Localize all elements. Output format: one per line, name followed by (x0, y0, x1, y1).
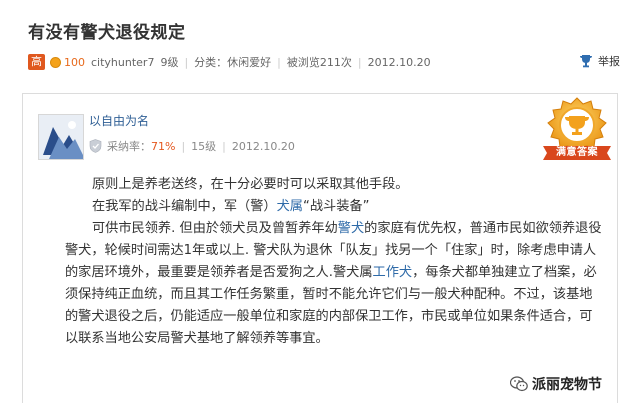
question-title: 有没有警犬退役规定 (28, 23, 186, 43)
answer-paragraph: 原则上是养老送终，在十分必要时可以采取其他手段。 (65, 174, 605, 196)
adoption-rate: 71% (151, 139, 176, 153)
answer-body: 原则上是养老送终，在十分必要时可以采取其他手段。 在我军的战斗编制中，军（警）犬… (65, 174, 605, 350)
shield-icon (89, 139, 102, 153)
answer-text: 可供市民领养. 但由於领犬员及曾暂养年幼 (92, 221, 338, 236)
question-date: 2012.10.20 (367, 55, 431, 69)
keyword-link[interactable]: 工作犬 (373, 265, 413, 280)
asker-level: 9级 (160, 56, 179, 69)
answer-text: “战斗装备” (303, 199, 370, 214)
watermark: 派丽宠物节 (510, 374, 602, 394)
trophy-icon (580, 55, 592, 68)
report-label: 举报 (598, 55, 620, 68)
answerer-level: 15级 (191, 140, 217, 153)
keyword-link[interactable]: 犬属 (277, 199, 303, 214)
watermark-text: 派丽宠物节 (532, 377, 602, 393)
answerer-name[interactable]: 以自由为名 (89, 112, 149, 129)
keyword-link[interactable]: 警犬 (338, 221, 364, 236)
asker-username[interactable]: cityhunter7 (91, 56, 154, 69)
answer-card: 以自由为名 采纳率： 71% | 15级 | 2012.10.20 满意答案 原… (22, 93, 618, 403)
best-answer-trophy-icon (543, 97, 611, 160)
avatar-image (39, 115, 83, 159)
best-answer-label: 满意答案 (556, 147, 598, 158)
separator: | (277, 55, 281, 69)
coin-icon (50, 56, 61, 68)
answer-paragraph: 在我军的战斗编制中，军（警）犬属“战斗装备” (65, 196, 605, 218)
wechat-icon (510, 376, 528, 392)
adoption-rate-label: 采纳率： (107, 140, 151, 153)
coin-count: 100 (64, 55, 85, 69)
question-meta: 高 100 cityhunter7 9级 | 分类：休闲爱好 | 被浏览211次… (28, 54, 431, 70)
avatar[interactable] (38, 114, 84, 160)
answer-stats: 采纳率： 71% | 15级 | 2012.10.20 (89, 138, 295, 154)
answer-date: 2012.10.20 (231, 139, 295, 153)
separator: | (184, 55, 189, 69)
answer-text: 在我军的战斗编制中，军（警） (92, 199, 277, 214)
answer-paragraph: 可供市民领养. 但由於领犬员及曾暂养年幼警犬的家庭有优先权，普通市民如欲领养退役… (65, 218, 605, 350)
separator: | (222, 139, 226, 153)
best-answer-badge: 满意答案 (543, 96, 611, 174)
report-button[interactable]: 举报 (579, 53, 620, 69)
answer-text: 原则上是养老送终，在十分必要时可以采取其他手段。 (92, 177, 409, 192)
view-count: 被浏览211次 (286, 56, 352, 69)
separator: | (357, 55, 362, 69)
question-category: 分类：休闲爱好 (194, 56, 272, 69)
separator: | (181, 139, 186, 153)
rank-badge: 高 (28, 54, 45, 70)
